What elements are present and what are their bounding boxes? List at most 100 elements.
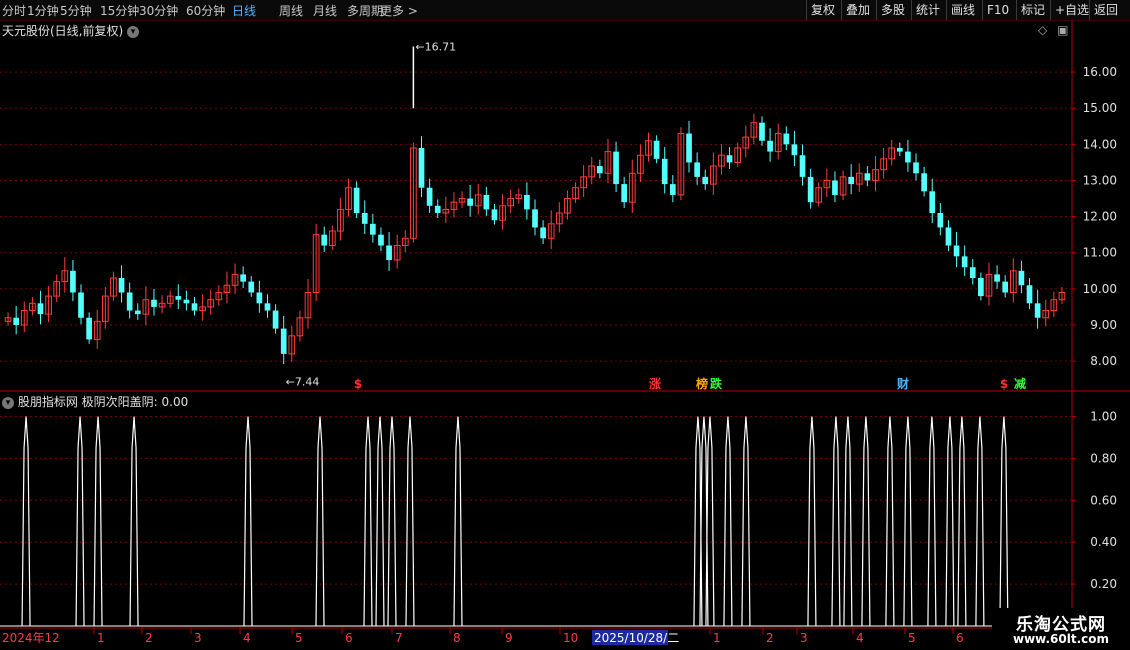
x-tick-label-0: 2024年12 — [2, 631, 60, 645]
event-marker-5: $ — [1000, 377, 1008, 391]
y-tick-label-main-3: 11.00 — [1083, 246, 1117, 260]
candle-body — [1018, 270, 1025, 286]
main-chart-title: 天元股份(日线,前复权) — [2, 24, 124, 38]
x-tick-label-16: 5 — [908, 631, 916, 645]
candle-body — [621, 184, 628, 203]
candle-body — [848, 176, 855, 185]
indicator-spike — [945, 416, 955, 627]
candle-body — [799, 155, 806, 177]
candle-body — [969, 267, 976, 279]
indicator-title-row: ▾ 股朋指标网 极阴次阳盖阴: 0.00 — [2, 393, 188, 410]
candle-body — [378, 234, 384, 246]
candle-body — [937, 213, 944, 228]
candle-body — [1034, 303, 1041, 318]
candle-body — [126, 292, 133, 311]
x-tick-label-5: 5 — [295, 631, 303, 645]
y-tick-label-main-6: 14.00 — [1083, 137, 1117, 151]
candle-body — [386, 245, 392, 260]
candle-body — [726, 155, 733, 163]
candle-body — [597, 166, 603, 174]
candle-body — [807, 176, 814, 203]
y-tick-label-ind-4: 1.00 — [1090, 409, 1117, 423]
candle-body — [702, 176, 709, 185]
candle-body — [653, 140, 660, 159]
candle-body — [978, 278, 984, 297]
candle-body — [467, 198, 473, 206]
candle-body — [1002, 281, 1009, 293]
candle-body — [175, 296, 182, 300]
candle-body — [532, 209, 538, 228]
y-tick-label-main-0: 8.00 — [1090, 354, 1117, 368]
indicator-spike — [21, 416, 31, 627]
indicator-spike — [93, 416, 103, 627]
collapse-icon[interactable]: ▾ — [2, 396, 14, 409]
indicator-spike — [243, 416, 253, 627]
candle-body — [70, 270, 76, 293]
candle-body — [240, 274, 246, 282]
panel-toggle-icon[interactable]: ▣ — [1057, 23, 1068, 37]
candle-body — [321, 234, 328, 246]
indicator-spike — [927, 416, 937, 627]
x-tick-label-12: 1 — [713, 631, 721, 645]
x-tick-label-4: 4 — [243, 631, 251, 645]
event-marker-6: 减 — [1014, 376, 1026, 391]
x-tick-label-8: 8 — [453, 631, 461, 645]
indicator-spike — [975, 416, 985, 627]
indicator-spike — [957, 416, 967, 627]
candle-body — [864, 173, 871, 181]
candle-body — [767, 140, 773, 152]
event-marker-2: 榜 — [696, 376, 708, 391]
candle-body — [921, 173, 927, 192]
candle-body — [929, 191, 936, 213]
indicator-spike — [405, 416, 415, 627]
y-tick-label-main-1: 9.00 — [1090, 318, 1117, 332]
y-tick-label-ind-1: 0.40 — [1090, 535, 1117, 549]
watermark: 乐淘公式网 www.60lt.com — [992, 608, 1130, 650]
candle-body — [418, 147, 425, 188]
candle-body — [264, 303, 271, 311]
indicator-value: 极阴次阳盖阴: 0.00 — [81, 395, 189, 409]
x-tick-label-17: 6 — [956, 631, 964, 645]
dropdown-icon[interactable]: ▾ — [127, 25, 140, 38]
x-tick-label-11: 2025/10/28/二 — [594, 631, 679, 645]
candle-body — [1026, 285, 1033, 304]
x-tick-label-9: 9 — [505, 631, 513, 645]
x-tick-label-6: 6 — [345, 631, 353, 645]
x-tick-label-15: 4 — [856, 631, 864, 645]
candle-body — [686, 133, 692, 163]
candle-body — [78, 292, 84, 318]
candle-body — [953, 245, 960, 257]
main-title-row: 天元股份(日线,前复权) ▾ — [2, 22, 140, 39]
candle-body — [134, 310, 141, 315]
candle-body — [118, 278, 125, 293]
x-tick-label-14: 3 — [800, 631, 808, 645]
candle-body — [791, 144, 798, 156]
candle-body — [434, 205, 441, 213]
indicator-spike — [885, 416, 895, 627]
indicator-spike — [999, 416, 1009, 627]
event-marker-0: $ — [354, 377, 362, 391]
indicator-spike — [453, 416, 463, 627]
candle-body — [248, 281, 255, 293]
candle-body — [613, 151, 619, 185]
x-tick-label-13: 2 — [766, 631, 774, 645]
indicator-spike — [831, 416, 841, 627]
indicator-spike — [387, 416, 397, 627]
candle-body — [491, 209, 498, 221]
diamond-icon[interactable]: ◇ — [1038, 23, 1047, 37]
candle-body — [540, 227, 546, 239]
y-tick-label-main-7: 15.00 — [1083, 101, 1117, 115]
chart-settings-icons: ◇ ▣ — [1038, 23, 1068, 37]
candle-body — [256, 292, 263, 304]
y-tick-label-main-8: 16.00 — [1083, 65, 1117, 79]
candle-body — [524, 194, 530, 210]
candle-body — [905, 151, 911, 163]
indicator-spike — [723, 416, 733, 627]
indicator-spike — [363, 416, 373, 627]
indicator-spike — [903, 416, 913, 627]
candle-body — [896, 147, 903, 152]
candle-body — [913, 162, 919, 174]
candle-body — [370, 223, 376, 235]
indicator-source: 股朋指标网 — [17, 395, 78, 409]
candle-body — [759, 122, 765, 141]
